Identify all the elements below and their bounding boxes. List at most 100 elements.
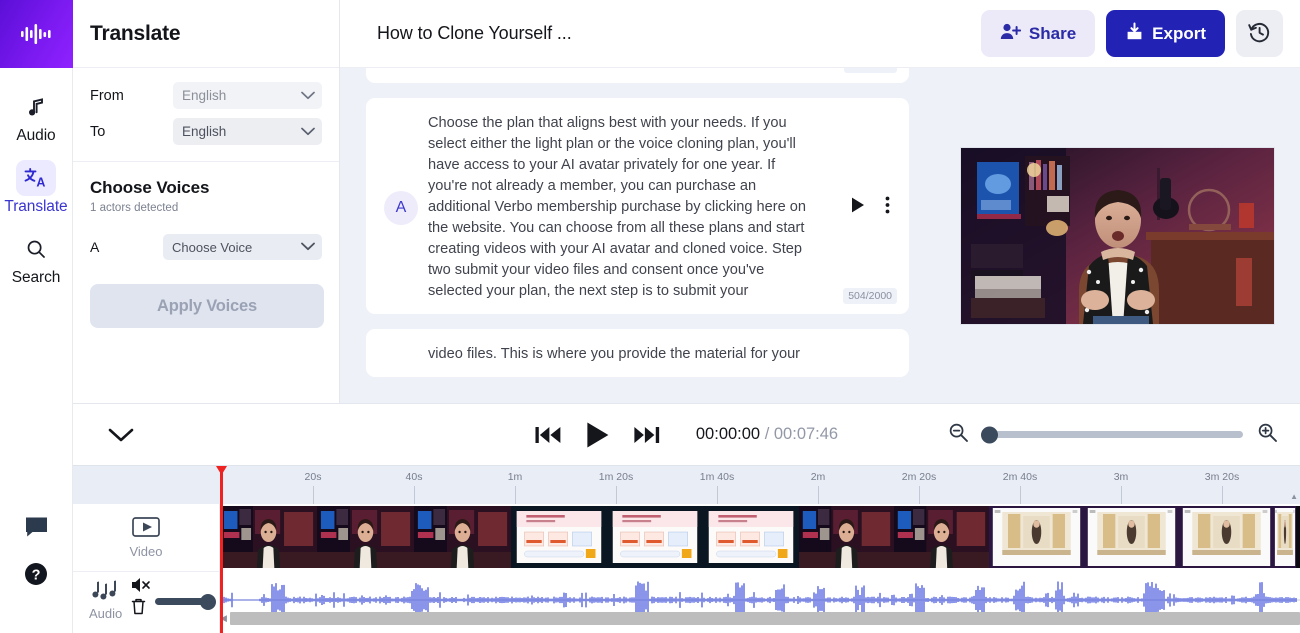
apply-voices-button[interactable]: Apply Voices [90, 284, 324, 328]
rail-item-list: Audio A Translate Search [0, 82, 72, 295]
ruler-tick-label: 20s [304, 471, 322, 483]
panel-header: Translate [73, 0, 339, 68]
ruler-tick-line [1222, 486, 1223, 504]
share-button[interactable]: Share [980, 10, 1096, 57]
choose-voice-select[interactable]: Choose Voice [163, 234, 322, 260]
volume-slider[interactable] [155, 593, 216, 610]
segment-body: video files. This is where you provide t… [366, 344, 831, 365]
chat-bubble-icon[interactable] [24, 515, 49, 544]
ruler-tick-line [818, 486, 819, 504]
video-thumbnail [1274, 506, 1296, 568]
zoom-slider-thumb[interactable] [981, 426, 998, 443]
from-language-select[interactable]: English [173, 82, 322, 109]
total-time: 00:07:46 [773, 425, 839, 443]
ruler-tick-label: 1m 20s [598, 471, 634, 483]
current-time: 00:00:00 [695, 425, 761, 443]
sidebar-item-search[interactable]: Search [0, 224, 72, 295]
ruler-tick-line [1121, 486, 1122, 504]
video-thumbnail [703, 506, 799, 568]
segment-body: the ultimate personalization. This third… [366, 68, 831, 71]
skip-previous-button[interactable] [534, 425, 561, 445]
player-bar: 00:00:00 / 00:07:46 [73, 403, 1300, 465]
ruler-tick-label: 2m 40s [1002, 471, 1038, 483]
export-box-icon [1125, 22, 1144, 46]
video-track-header[interactable]: Video [73, 504, 219, 572]
play-button[interactable] [584, 421, 610, 449]
scrollbar-thumb[interactable] [229, 612, 1300, 625]
video-thumbnail [989, 506, 1084, 568]
collapse-timeline-button[interactable] [107, 427, 135, 443]
transcript-segment[interactable]: video files. This is where you provide t… [366, 329, 909, 377]
page-title: Translate [90, 21, 181, 45]
skip-next-button[interactable] [633, 425, 659, 445]
to-language-select[interactable]: English [173, 118, 322, 145]
scroll-up-icon[interactable]: ▲ [1290, 492, 1298, 501]
segment-play-icon[interactable] [851, 197, 865, 218]
zoom-out-button[interactable] [948, 422, 969, 448]
translate-icon: A [16, 160, 56, 196]
choose-voices-section: Choose Voices 1 actors detected A Choose… [73, 162, 339, 328]
video-thumbnail [1179, 506, 1274, 568]
transcript-segment[interactable]: A Choose the plan that aligns best with … [366, 98, 909, 314]
sidebar-item-label: Search [11, 269, 61, 286]
chevron-down-icon [108, 428, 134, 441]
volume-slider-thumb[interactable] [200, 593, 216, 610]
video-thumbnail [894, 506, 989, 568]
from-language-row: From English [90, 82, 322, 109]
video-preview-pane [935, 68, 1300, 403]
choose-voice-value: Choose Voice [172, 239, 253, 255]
chevron-down-icon [301, 123, 315, 141]
ruler-tick-line [515, 486, 516, 504]
chevron-down-icon [301, 238, 315, 256]
timeline-zoom-slider[interactable] [981, 426, 1243, 443]
waveform-logo-icon [21, 24, 51, 44]
audio-track-label: Audio [89, 606, 123, 621]
segment-body: Choose the plan that aligns best with yo… [428, 113, 831, 302]
play-icon [586, 422, 608, 447]
svg-text:?: ? [32, 568, 41, 584]
video-thumbnail [511, 506, 607, 568]
ruler-tick-label: 40s [405, 471, 423, 483]
choose-voices-heading: Choose Voices [90, 178, 210, 197]
transcript-list[interactable]: the ultimate personalization. This third… [340, 68, 935, 403]
header-actions: Share Export [980, 10, 1300, 57]
segment-text: Choose the plan that aligns best with yo… [428, 115, 807, 299]
to-language-row: To English [90, 118, 322, 145]
ruler-tick-label: 1m [507, 471, 523, 483]
preview-frame-image [961, 147, 1274, 324]
video-clip-icon [132, 516, 160, 542]
sidebar-item-translate[interactable]: A Translate [0, 153, 72, 224]
segment-more-options-icon[interactable] [885, 196, 890, 219]
playhead[interactable] [216, 466, 227, 633]
ruler-tick-line [717, 486, 718, 504]
export-button-label: Export [1152, 23, 1206, 43]
to-label: To [90, 123, 106, 140]
version-history-button[interactable] [1236, 10, 1283, 57]
mute-button[interactable] [131, 577, 151, 598]
svg-text:A: A [36, 175, 45, 189]
timeline-horizontal-scrollbar[interactable]: ◀ [220, 611, 1300, 626]
export-button[interactable]: Export [1106, 10, 1225, 57]
sidebar-item-audio[interactable]: Audio [0, 82, 72, 153]
timeline-zoom-controls [948, 422, 1278, 448]
actors-detected-label: 1 actors detected [90, 202, 179, 214]
ruler-tick-line [1020, 486, 1021, 504]
video-preview-frame[interactable] [960, 146, 1275, 325]
history-clock-icon [1248, 21, 1271, 47]
music-note-icon [16, 89, 56, 125]
segment-char-count: 504/2000 [843, 288, 897, 304]
ruler-tick-label: 2m [810, 471, 826, 483]
delete-track-button[interactable] [131, 598, 146, 620]
chevron-down-icon [301, 87, 315, 105]
video-thumbnail [317, 506, 414, 568]
sidebar-item-label: Audio [16, 127, 56, 144]
transcript-segment[interactable]: the ultimate personalization. This third… [366, 68, 909, 83]
help-circle-icon[interactable]: ? [24, 562, 48, 591]
app-logo[interactable] [0, 0, 73, 68]
timeline-ruler[interactable]: 20s 40s 1m 1m 20s 1m 40s 2m 2m 20s 2m 40s 3m 3m 2… [73, 466, 1300, 504]
sidebar-item-label: Translate [4, 198, 68, 215]
zoom-in-button[interactable] [1257, 422, 1278, 448]
playback-controls: 00:00:00 / 00:07:46 [534, 421, 839, 449]
video-track-clip[interactable] [220, 506, 1300, 568]
audio-track-header[interactable]: Audio [73, 572, 219, 633]
